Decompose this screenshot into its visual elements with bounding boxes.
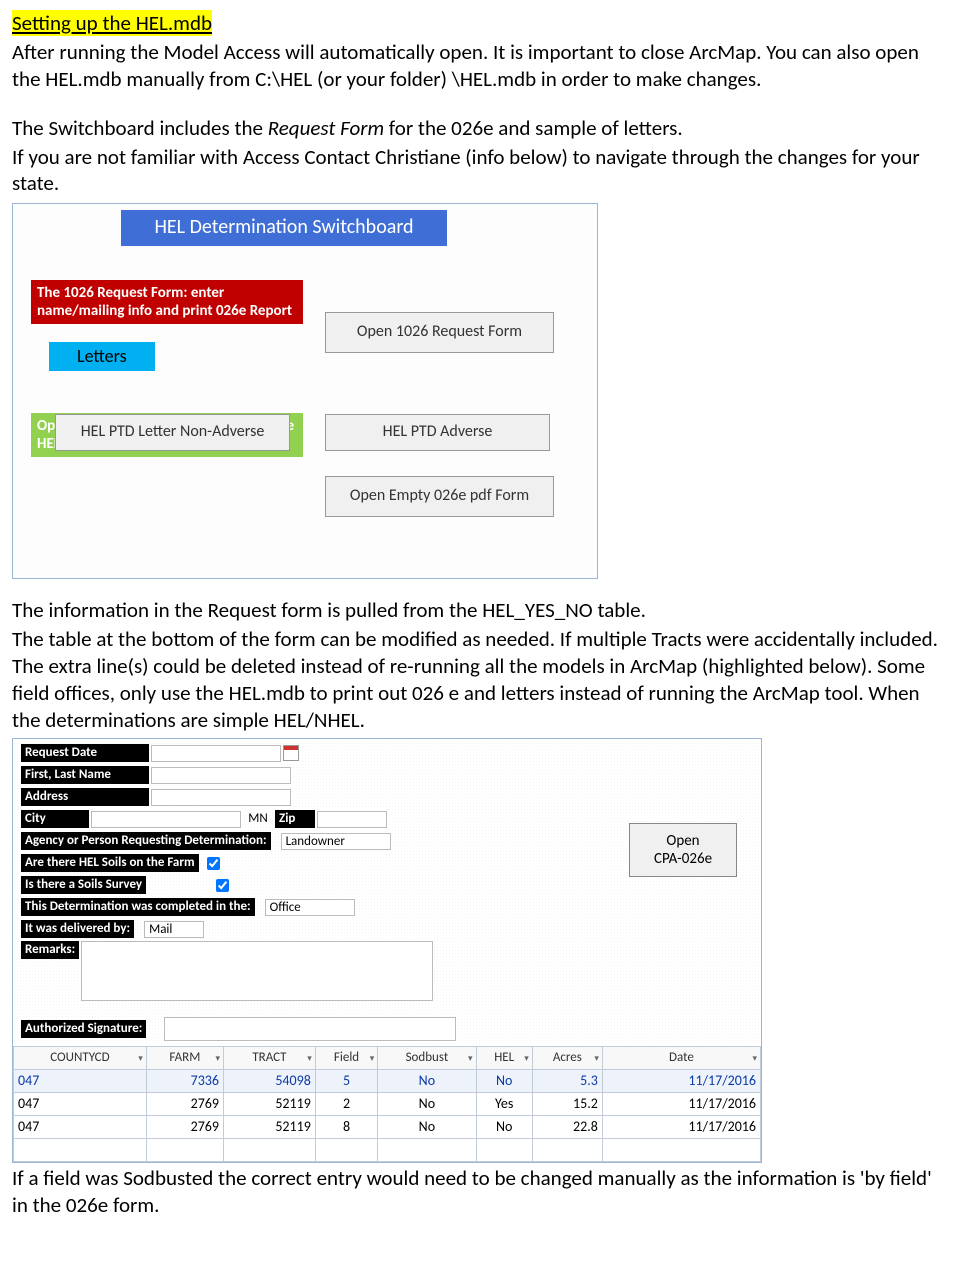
paragraph-3: If you are not familiar with Access Cont… (12, 144, 944, 198)
label-completed-in: This Determination was completed in the: (21, 898, 255, 917)
paragraph-2: The Switchboard includes the Request For… (12, 115, 944, 142)
label-remarks: Remarks: (21, 941, 79, 960)
cell-date: 11/17/2016 (602, 1070, 760, 1093)
open-cpa-026e-button[interactable]: Open CPA-026e (629, 823, 737, 877)
label-first-last: First, Last Name (21, 766, 149, 785)
remarks-input[interactable] (81, 941, 433, 1001)
para2-em: Request Form (268, 115, 384, 141)
th-hel[interactable]: HEL▾ (476, 1046, 532, 1070)
auth-sig-input[interactable] (164, 1017, 456, 1041)
paragraph-1: After running the Model Access will auto… (12, 39, 944, 93)
label-agency: Agency or Person Requesting Determinatio… (21, 832, 271, 851)
cell-field: 5 (315, 1070, 377, 1093)
label-address: Address (21, 788, 149, 807)
table-row[interactable]: 047 2769 52119 8 No No 22.8 11/17/2016 (14, 1116, 761, 1139)
completed-select[interactable]: Office (265, 899, 355, 916)
calendar-icon[interactable] (283, 745, 299, 761)
cell-hel: Yes (476, 1093, 532, 1116)
request-form-screenshot: Request Date First, Last Name Address Ci… (12, 738, 762, 1163)
cell-farm: 7336 (146, 1070, 223, 1093)
request-form-table: COUNTYCD▾ FARM▾ TRACT▾ Field▾ Sodbust▾ H… (13, 1046, 761, 1162)
cell-date: 11/17/2016 (602, 1093, 760, 1116)
cell-field: 8 (315, 1116, 377, 1139)
cell-tract: 52119 (223, 1093, 315, 1116)
switchboard-title: HEL Determination Switchboard (121, 210, 447, 246)
cell-field: 2 (315, 1093, 377, 1116)
cell-sodbust: No (378, 1093, 476, 1116)
para2-pre: The Switchboard includes the (12, 115, 268, 141)
cell-farm: 2769 (146, 1093, 223, 1116)
cell-sodbust: No (378, 1116, 476, 1139)
label-zip: Zip (275, 810, 315, 829)
th-date[interactable]: Date▾ (602, 1046, 760, 1070)
para2-post: for the 026e and sample of letters. (384, 115, 683, 141)
state-value: MN (241, 811, 275, 828)
delivered-select[interactable]: Mail (144, 921, 204, 938)
paragraph-5: The table at the bottom of the form can … (12, 626, 944, 734)
open-cpa-line2: CPA-026e (654, 850, 712, 868)
th-tract[interactable]: TRACT▾ (223, 1046, 315, 1070)
cell-farm: 2769 (146, 1116, 223, 1139)
cell-tract: 54098 (223, 1070, 315, 1093)
hel-ptd-adverse-button[interactable]: HEL PTD Adverse (325, 414, 550, 450)
cell-county: 047 (14, 1116, 147, 1139)
address-input[interactable] (151, 789, 291, 806)
hel-ptd-letter-non-adverse-button[interactable]: HEL PTD Letter Non-Adverse (55, 414, 290, 450)
open-cpa-line1: Open (666, 832, 699, 850)
table-row[interactable]: 047 7336 54098 5 No No 5.3 11/17/2016 (14, 1070, 761, 1093)
open-empty-026e-pdf-button[interactable]: Open Empty 026e pdf Form (325, 476, 554, 516)
cell-acres: 15.2 (532, 1093, 602, 1116)
agency-select[interactable]: Landowner (281, 833, 391, 850)
cell-acres: 5.3 (532, 1070, 602, 1093)
label-delivered-by: It was delivered by: (21, 920, 134, 939)
request-date-input[interactable] (151, 745, 281, 762)
cell-acres: 22.8 (532, 1116, 602, 1139)
switchboard-red-note: The 1026 Request Form: enter name/mailin… (31, 280, 303, 324)
label-auth-sig: Authorized Signature: (21, 1020, 146, 1039)
table-row-empty[interactable] (14, 1138, 761, 1161)
paragraph-4: The information in the Request form is p… (12, 597, 944, 624)
paragraph-6: If a field was Sodbusted the correct ent… (12, 1165, 944, 1219)
th-field[interactable]: Field▾ (315, 1046, 377, 1070)
th-sodbust[interactable]: Sodbust▾ (378, 1046, 476, 1070)
cell-hel: No (476, 1070, 532, 1093)
cell-hel: No (476, 1116, 532, 1139)
label-soils-survey: Is there a Soils Survey (21, 876, 146, 895)
th-countycd[interactable]: COUNTYCD▾ (14, 1046, 147, 1070)
cell-tract: 52119 (223, 1116, 315, 1139)
switchboard-screenshot: HEL Determination Switchboard The 1026 R… (12, 203, 598, 579)
soils-survey-checkbox[interactable] (216, 879, 229, 892)
cell-county: 047 (14, 1093, 147, 1116)
label-hel-soils: Are there HEL Soils on the Farm (21, 854, 199, 873)
table-header-row: COUNTYCD▾ FARM▾ TRACT▾ Field▾ Sodbust▾ H… (14, 1046, 761, 1070)
label-city: City (21, 810, 89, 829)
hel-soils-checkbox[interactable] (207, 857, 220, 870)
city-input[interactable] (91, 811, 241, 828)
first-last-input[interactable] (151, 767, 291, 784)
cell-sodbust: No (378, 1070, 476, 1093)
table-row[interactable]: 047 2769 52119 2 No Yes 15.2 11/17/2016 (14, 1093, 761, 1116)
cell-county: 047 (14, 1070, 147, 1093)
cell-date: 11/17/2016 (602, 1116, 760, 1139)
zip-input[interactable] (317, 811, 387, 828)
label-request-date: Request Date (21, 744, 149, 763)
open-1026-request-form-button[interactable]: Open 1026 Request Form (325, 312, 554, 352)
th-farm[interactable]: FARM▾ (146, 1046, 223, 1070)
th-acres[interactable]: Acres▾ (532, 1046, 602, 1070)
letters-label: Letters (49, 342, 155, 371)
page-title: Setting up the HEL.mdb (12, 10, 212, 36)
